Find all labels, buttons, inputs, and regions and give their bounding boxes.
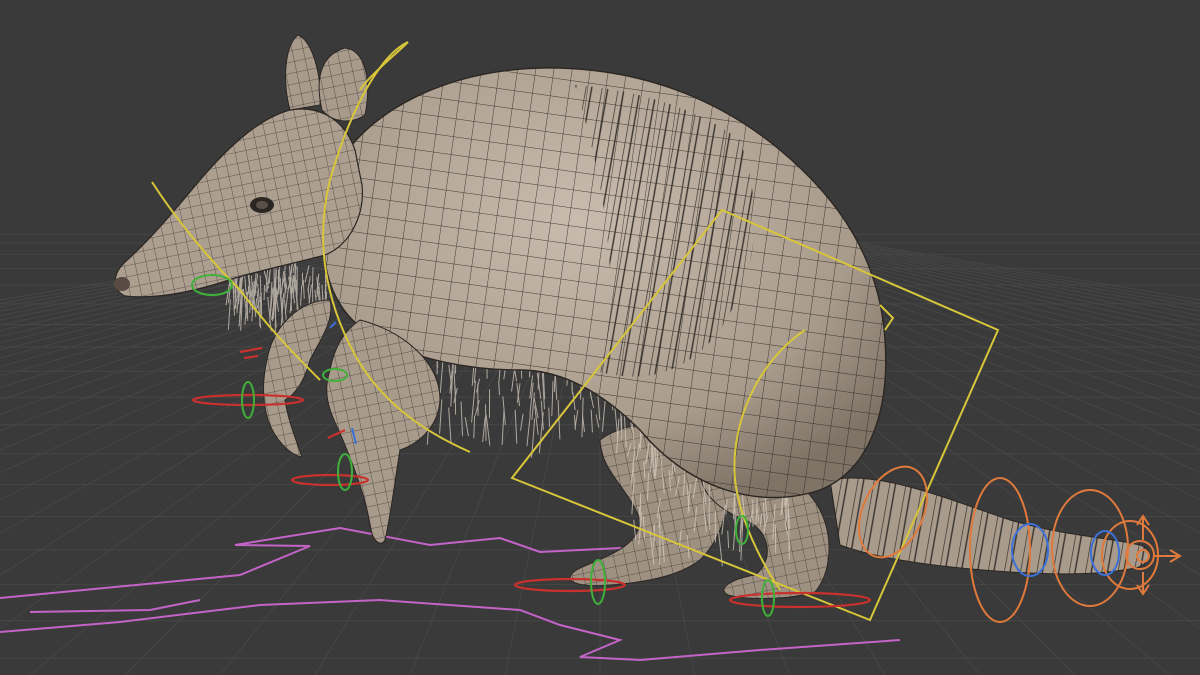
- fur-strand: [485, 414, 491, 446]
- fur-strand: [520, 413, 524, 431]
- paw-y-ring-1[interactable]: [241, 381, 255, 419]
- fur-strand: [474, 400, 480, 416]
- fur-strand: [311, 267, 314, 290]
- fur-strand: [473, 415, 476, 439]
- fur-strand: [448, 407, 452, 444]
- fur-strand: [531, 392, 535, 421]
- fur-strand: [551, 381, 554, 417]
- fur-strand: [482, 416, 486, 443]
- fur-strand: [548, 407, 551, 428]
- ear-left-wire: [285, 35, 321, 110]
- front-paw-x-ring-1[interactable]: [191, 393, 305, 407]
- fur-strand: [590, 393, 595, 408]
- fur-strand: [581, 397, 584, 438]
- fur-strand: [601, 398, 606, 432]
- eye-highlight: [256, 201, 268, 209]
- fur-strand: [727, 530, 730, 549]
- fur-strand: [471, 367, 475, 386]
- fur-strand: [595, 414, 600, 428]
- viewport-canvas[interactable]: [0, 0, 1200, 675]
- nose: [114, 277, 130, 291]
- fur-strand: [514, 409, 518, 444]
- fur-strand: [300, 285, 303, 306]
- shoulder-z-mark[interactable]: [329, 321, 337, 329]
- armadillo-mesh[interactable]: [114, 34, 1150, 599]
- ear-right-wire: [319, 48, 368, 122]
- fur-strand: [538, 412, 544, 454]
- fur-strand: [788, 532, 790, 560]
- 3d-viewport[interactable]: [0, 0, 1200, 675]
- front-paw-x-tick[interactable]: [239, 346, 263, 360]
- fur-strand: [573, 415, 576, 430]
- fur-strand: [590, 409, 593, 433]
- front-paw-x-ring-2[interactable]: [290, 473, 370, 487]
- fur-strand: [498, 380, 501, 396]
- fur-strand: [526, 414, 531, 447]
- fur-strand: [653, 525, 655, 541]
- fur-strand: [281, 271, 285, 294]
